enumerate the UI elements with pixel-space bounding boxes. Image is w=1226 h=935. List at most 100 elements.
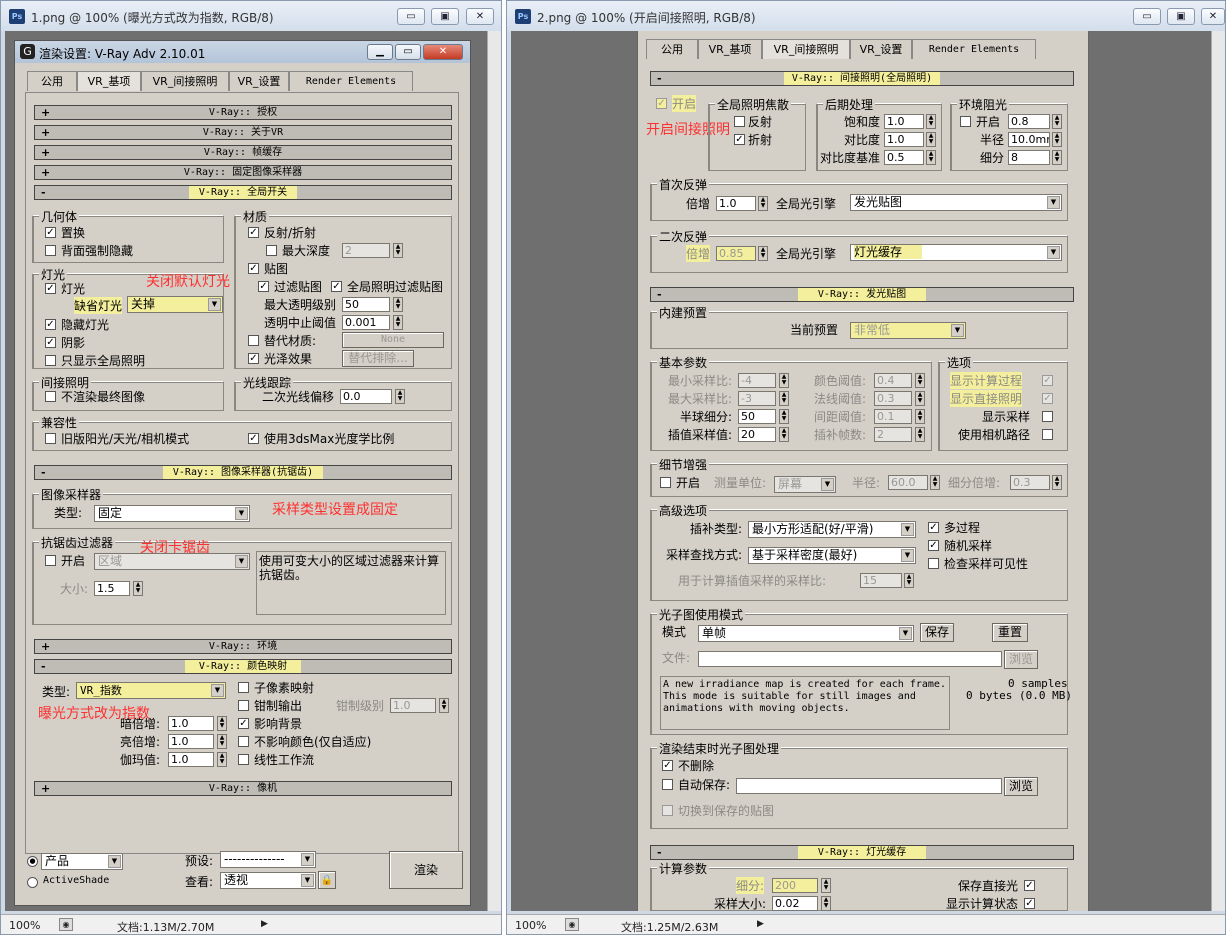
rollout-about[interactable]: + V-Ray:: 关于VR [34,125,452,140]
calc-pass-field[interactable]: 15 [860,573,902,588]
calc-pass-spinner[interactable]: ▲ ▼ [904,573,914,588]
rollout-irradiance[interactable]: - V-Ray:: 发光贴图 [650,287,1074,302]
dark-mult-spinner[interactable]: ▲ ▼ [217,716,227,731]
override-mtl-button[interactable]: None [342,332,444,348]
use-cam-path-checkbox[interactable] [1042,429,1053,440]
rollout-gi[interactable]: - V-Ray:: 间接照明(全局照明) [650,71,1074,86]
check-vis-checkbox[interactable] [928,558,939,569]
override-mtl-checkbox[interactable] [248,335,259,346]
bright-mult-spinner[interactable]: ▲ ▼ [217,734,227,749]
max-depth-checkbox[interactable] [266,245,277,256]
nrm-thresh-field[interactable]: 0.3 [874,391,912,406]
tab-vr-base[interactable]: VR_基项 [698,39,762,59]
ao-on-checkbox[interactable] [960,116,971,127]
max-transp-spinner[interactable]: ▲ ▼ [393,297,403,312]
secondary-mult-spinner[interactable]: ▲ ▼ [758,246,768,261]
auto-save-checkbox[interactable] [662,779,673,790]
preset-dropdown[interactable]: -------------- ▼ [220,851,316,868]
interp-frames-spinner[interactable]: ▲ ▼ [915,427,925,442]
saturation-field[interactable]: 1.0 [884,114,924,129]
lc-subdivs-field[interactable]: 200 [772,878,818,893]
hidden-lights-checkbox[interactable]: ✓ [45,319,56,330]
interp-samples-spinner[interactable]: ▲ ▼ [779,427,789,442]
secondary-bias-spinner[interactable]: ▲ ▼ [395,389,405,404]
dist-thresh-spinner[interactable]: ▲ ▼ [915,409,925,424]
hsph-spinner[interactable]: ▲ ▼ [779,409,789,424]
aa-filter-dropdown[interactable]: 区域 ▼ [94,553,250,570]
left-zoom-level[interactable]: 100% [9,919,40,932]
affect-bg-checkbox[interactable]: ✓ [238,718,249,729]
hsph-field[interactable]: 50 [738,409,776,424]
gi-filter-maps-checkbox[interactable]: ✓ [331,281,342,292]
interp-frames-field[interactable]: 2 [874,427,912,442]
lc-subdivs-spinner[interactable]: ▲ ▼ [821,878,831,893]
view-dropdown[interactable]: 透视 ▼ [220,872,316,889]
product-radio[interactable]: ● [27,856,38,867]
tab-vr-indirect[interactable]: VR_间接照明 [141,71,229,91]
tab-vr-base[interactable]: VR_基项 [77,71,141,91]
max-depth-field[interactable]: 2 [342,243,390,258]
displacement-checkbox[interactable]: ✓ [45,227,56,238]
right-title-bar[interactable]: Ps 2.png @ 100% (开启间接照明, RGB/8) ▭ ▣ ✕ [507,1,1225,31]
dialog-title-bar[interactable]: G 渲染设置: V-Ray Adv 2.10.01 ▁ ▭ ✕ [15,41,470,63]
tab-render-elements[interactable]: Render Elements [912,39,1036,59]
clamp-level-spinner[interactable]: ▲ ▼ [439,698,449,713]
close-button[interactable]: ✕ [466,8,494,25]
secondary-engine-dropdown[interactable]: 灯光缓存 ▼ [850,244,1062,261]
gamma-spinner[interactable]: ▲ ▼ [217,752,227,767]
legacy-checkbox[interactable] [45,433,56,444]
contrast-base-field[interactable]: 0.5 [884,150,924,165]
tab-vr-settings[interactable]: VR_设置 [229,71,289,91]
minimize-button[interactable]: ▭ [1133,8,1161,25]
dist-thresh-field[interactable]: 0.1 [874,409,912,424]
primary-mult-spinner[interactable]: ▲ ▼ [758,196,768,211]
contrast-field[interactable]: 1.0 [884,132,924,147]
colormap-type-dropdown[interactable]: VR_指数 ▼ [76,682,226,699]
subpixel-checkbox[interactable] [238,682,249,693]
rollout-framebuffer[interactable]: + V-Ray:: 帧缓存 [34,145,452,160]
default-lights-dropdown[interactable]: 关掉 ▼ [127,296,223,313]
reset-button[interactable]: 重置 [992,623,1028,642]
maps-checkbox[interactable]: ✓ [248,263,259,274]
ao-radius-field[interactable]: 10.0mm [1008,132,1050,147]
left-vertical-scrollbar[interactable] [487,31,501,911]
interp-samples-field[interactable]: 20 [738,427,776,442]
primary-engine-dropdown[interactable]: 发光贴图 ▼ [850,194,1062,211]
dialog-close-button[interactable]: ✕ [423,44,463,60]
rollout-image-sampler[interactable]: - V-Ray:: 图像采样器(抗锯齿) [34,465,452,480]
scale-units-dropdown[interactable]: 屏幕 ▼ [774,476,836,493]
max-rate-field[interactable]: -3 [738,391,776,406]
contrast-base-spinner[interactable]: ▲ ▼ [926,150,936,165]
ao-subdivs-spinner[interactable]: ▲ ▼ [1052,150,1062,165]
ao-amount-spinner[interactable]: ▲ ▼ [1052,114,1062,129]
interp-type-dropdown[interactable]: 最小方形适配(好/平滑) ▼ [748,521,916,538]
current-preset-dropdown[interactable]: 非常低 ▼ [850,322,966,339]
shadows-checkbox[interactable]: ✓ [45,337,56,348]
filter-maps-checkbox[interactable]: ✓ [258,281,269,292]
show-direct-checkbox[interactable]: ✓ [1042,393,1053,404]
save-button[interactable]: 保存 [920,623,954,642]
left-title-bar[interactable]: Ps 1.png @ 100% (曝光方式改为指数, RGB/8) ▭ ▣ ✕ [1,1,501,31]
detail-on-checkbox[interactable] [660,477,671,488]
sample-size-spinner[interactable]: ▲ ▼ [821,896,831,911]
tab-vr-indirect[interactable]: VR_间接照明 [762,39,850,59]
tab-common[interactable]: 公用 [646,39,698,59]
right-vertical-scrollbar[interactable] [1211,31,1225,911]
rollout-auth[interactable]: + V-Ray:: 授权 [34,105,452,120]
tab-common[interactable]: 公用 [27,71,77,91]
product-dropdown[interactable]: 产品 ▼ [41,853,123,870]
subdivs-mult-spinner[interactable]: ▲ ▼ [1052,475,1062,490]
lock-icon[interactable]: 🔒 [318,871,336,889]
linear-workflow-checkbox[interactable] [238,754,249,765]
multipass-checkbox[interactable]: ✓ [928,522,939,533]
tab-vr-settings[interactable]: VR_设置 [850,39,912,59]
transp-cutoff-spinner[interactable]: ▲ ▼ [393,315,403,330]
gamma-field[interactable]: 1.0 [168,752,214,767]
saturation-spinner[interactable]: ▲ ▼ [926,114,936,129]
rollout-fixed-sampler[interactable]: + V-Ray:: 固定图像采样器 [34,165,452,180]
min-rate-field[interactable]: -4 [738,373,776,388]
sample-size-field[interactable]: 0.02 [772,896,818,911]
clamp-level-field[interactable]: 1.0 [390,698,436,713]
status-arrow-icon[interactable]: ▶ [261,919,268,929]
ao-subdivs-field[interactable]: 8 [1008,150,1050,165]
